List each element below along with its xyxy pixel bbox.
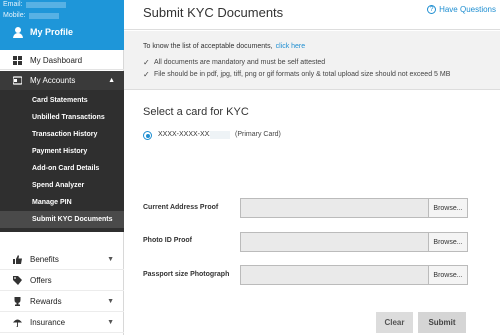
sidebar-item-label: Offers — [30, 275, 52, 285]
thumbs-up-icon — [13, 254, 22, 264]
kyc-info-panel: To know the list of acceptable documents… — [124, 31, 500, 90]
address-proof-browse-button[interactable]: Browse... — [428, 199, 467, 217]
page-header: Submit KYC Documents ? Have Questions — [124, 0, 500, 30]
have-questions-link[interactable]: ? Have Questions — [427, 5, 496, 14]
question-icon: ? — [427, 5, 437, 14]
card-radio-button[interactable] — [143, 131, 152, 140]
sidebar-item-label: My Dashboard — [30, 55, 83, 65]
tag-icon — [13, 275, 22, 285]
email-label: Email: — [3, 1, 23, 8]
photo-id-proof-label: Photo ID Proof — [143, 237, 192, 244]
chevron-down-icon: ▼ — [107, 318, 114, 326]
submit-button[interactable]: Submit — [418, 312, 466, 333]
check-icon: ✓ — [143, 58, 150, 67]
chevron-up-icon: ▲ — [108, 77, 115, 84]
masked-email — [26, 2, 66, 8]
sidebar-item-accounts[interactable]: My Accounts ▲ — [0, 71, 124, 90]
my-profile-link[interactable]: My Profile — [30, 27, 73, 37]
clear-button[interactable]: Clear — [376, 312, 413, 333]
have-questions-label: Have Questions — [439, 5, 496, 14]
trophy-icon — [14, 296, 21, 306]
submenu-item-unbilled-transactions[interactable]: Unbilled Transactions — [0, 109, 124, 126]
card-type-label: (Primary Card) — [235, 131, 281, 138]
bullet-text: All documents are mandatory and must be … — [154, 59, 326, 66]
chevron-down-icon: ▼ — [107, 255, 114, 263]
masked-card-digits — [210, 131, 230, 139]
acceptable-documents-text: To know the list of acceptable documents… — [143, 43, 305, 50]
submenu-item-spend-analyzer[interactable]: Spend Analyzer — [0, 177, 124, 194]
submenu-item-submit-kyc[interactable]: Submit KYC Documents — [0, 211, 124, 228]
page-title: Submit KYC Documents — [143, 5, 284, 20]
know-text: To know the list of acceptable documents… — [143, 43, 273, 50]
sidebar-item-dashboard[interactable]: My Dashboard — [0, 51, 124, 70]
passport-photo-label: Passport size Photograph — [143, 271, 230, 278]
sidebar-item-rewards[interactable]: Rewards ▼ — [0, 291, 124, 312]
photo-id-file-input[interactable]: Browse... — [240, 232, 468, 252]
sidebar-item-benefits[interactable]: Benefits ▼ — [0, 249, 124, 270]
select-card-heading: Select a card for KYC — [143, 106, 249, 118]
user-icon — [13, 27, 23, 38]
submenu-item-addon-card-details[interactable]: Add-on Card Details — [0, 160, 124, 177]
bullet-text: File should be in pdf, jpg, tiff, png or… — [154, 71, 451, 78]
sidebar-item-label: Benefits — [30, 254, 59, 264]
click-here-link[interactable]: click here — [276, 43, 306, 50]
sidebar-item-label: My Accounts — [30, 76, 76, 85]
mobile-label: Mobile: — [3, 12, 26, 19]
sidebar-item-insurance[interactable]: Insurance ▼ — [0, 312, 124, 333]
sidebar-item-label: Insurance — [30, 317, 66, 327]
masked-mobile — [29, 13, 59, 19]
sidebar-item-label: Rewards — [30, 296, 62, 306]
info-bullet: ✓ All documents are mandatory and must b… — [143, 58, 325, 67]
submenu-item-transaction-history[interactable]: Transaction History — [0, 126, 124, 143]
passport-photo-browse-button[interactable]: Browse... — [428, 266, 467, 284]
accounts-icon — [13, 76, 22, 85]
submenu-item-payment-history[interactable]: Payment History — [0, 143, 124, 160]
submenu-item-card-statements[interactable]: Card Statements — [0, 92, 124, 109]
chevron-down-icon: ▼ — [107, 297, 114, 305]
address-proof-label: Current Address Proof — [143, 204, 219, 211]
sidebar: Email: Mobile: My Profile My Dashboard M… — [0, 0, 124, 335]
address-proof-file-input[interactable]: Browse... — [240, 198, 468, 218]
accounts-submenu: Card Statements Unbilled Transactions Tr… — [0, 90, 124, 232]
photo-id-browse-button[interactable]: Browse... — [428, 233, 467, 251]
profile-panel[interactable]: Email: Mobile: My Profile — [0, 0, 124, 50]
main-content: Submit KYC Documents ? Have Questions To… — [124, 0, 500, 335]
umbrella-icon — [13, 319, 22, 327]
dashboard-icon — [13, 55, 22, 65]
passport-photo-file-input[interactable]: Browse... — [240, 265, 468, 285]
info-bullet: ✓ File should be in pdf, jpg, tiff, png … — [143, 70, 450, 79]
sidebar-item-offers[interactable]: Offers — [0, 270, 124, 291]
submenu-item-manage-pin[interactable]: Manage PIN — [0, 194, 124, 211]
check-icon: ✓ — [143, 70, 150, 79]
